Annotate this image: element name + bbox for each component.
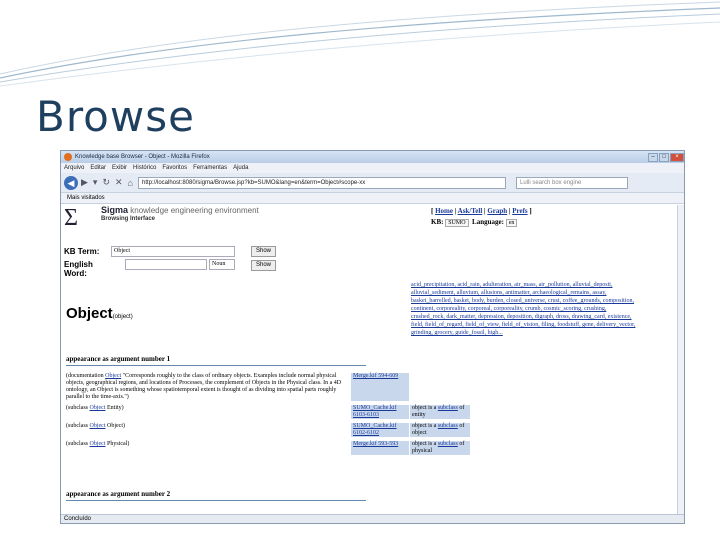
language-select[interactable]: en: [505, 219, 518, 227]
subclass-link[interactable]: subclass: [438, 423, 458, 429]
subclass-link[interactable]: subclass: [438, 441, 458, 447]
browser-window: Knowledge base Browser - Object - Mozill…: [60, 150, 685, 524]
section-argument-1: appearance as argument number 1: [66, 355, 171, 363]
menu-favoritos[interactable]: Favoritos: [162, 165, 187, 171]
statement-pre: (subclass: [66, 441, 90, 447]
firefox-icon: [64, 153, 72, 161]
logo-tagline: knowledge engineering environment: [130, 206, 259, 215]
menu-editar[interactable]: Editar: [90, 165, 106, 171]
object-link[interactable]: Object: [105, 373, 121, 379]
logo-text: Sigma knowledge engineering environment: [101, 205, 259, 215]
section-divider: [66, 500, 366, 501]
decorative-swoosh: [0, 1, 720, 87]
term-name: Object: [66, 305, 113, 322]
logo-name: Sigma: [101, 205, 129, 215]
statement-text: Object): [105, 423, 125, 429]
window-titlebar: Knowledge base Browser - Object - Mozill…: [61, 151, 684, 163]
english-word-input[interactable]: [125, 259, 207, 270]
kb-language-line: KB: SUMO Language: en: [431, 218, 518, 227]
statement-cell: (subclass Object Physical): [66, 441, 351, 455]
slide-title: Browse: [36, 92, 195, 141]
paraphrase-cell: object is a subclass of object: [410, 423, 470, 437]
english-word-label: English Word:: [64, 260, 93, 278]
section-divider: [66, 365, 366, 366]
search-input[interactable]: Lulli search box engine: [515, 176, 628, 189]
subclass-link[interactable]: subclass: [438, 405, 458, 411]
vertical-scrollbar[interactable]: [677, 205, 684, 514]
window-title: Knowledge base Browser - Object - Mozill…: [75, 154, 210, 160]
home-icon[interactable]: ⌂: [128, 178, 133, 188]
paraphrase-pre: object is a: [412, 423, 438, 429]
page-content: Σ Sigma knowledge engineering environmen…: [61, 205, 677, 514]
nav-ask-tell[interactable]: Ask/Tell: [458, 207, 483, 215]
statement-cell: (subclass Object Entity): [66, 405, 351, 419]
address-bar[interactable]: http://localhost:8080/sigma/Browse.jsp?k…: [137, 176, 506, 189]
table-row: (subclass Object Object) SUMO_Cache.kif …: [66, 423, 476, 437]
table-row: (documentation Object "Corresponds rough…: [66, 373, 476, 401]
section-argument-2: appearance as argument number 2: [66, 490, 171, 498]
statement-pre: (documentation: [66, 373, 106, 379]
bookmarks-bar: Mais visitados: [61, 193, 684, 204]
window-controls: – □ ×: [647, 152, 684, 162]
object-link[interactable]: Object: [90, 423, 106, 429]
object-link[interactable]: Object: [90, 441, 106, 447]
nav-graph[interactable]: Graph: [487, 207, 507, 215]
bookmark-mais-visitados[interactable]: Mais visitados: [67, 195, 105, 201]
close-icon[interactable]: ×: [670, 152, 684, 162]
menu-exibir[interactable]: Exibir: [112, 165, 127, 171]
back-icon[interactable]: ◀: [64, 175, 78, 190]
source-link[interactable]: SUMO_Cache.kif 6102-6102: [351, 423, 409, 437]
related-terms-list[interactable]: acid_precipitation, acid_rain, adulterat…: [411, 281, 636, 337]
minimize-icon[interactable]: –: [648, 152, 658, 162]
english-word-show-button[interactable]: Show: [251, 260, 277, 271]
table-row: (subclass Object Physical) Merge.kif 593…: [66, 441, 476, 455]
kb-select[interactable]: SUMO: [445, 219, 469, 227]
term-heading: Object(object): [66, 305, 133, 322]
maximize-icon[interactable]: □: [659, 152, 669, 162]
nav-home[interactable]: Home: [435, 207, 453, 215]
menu-ferramentas[interactable]: Ferramentas: [193, 165, 227, 171]
language-label: Language:: [472, 218, 504, 226]
kb-label: KB:: [431, 218, 444, 226]
object-link[interactable]: Object: [90, 405, 106, 411]
kb-term-label: KB Term:: [64, 247, 100, 256]
stop-icon[interactable]: ✕: [115, 177, 123, 188]
navigation-toolbar: ◀ ▶ ▾ ↻ ✕ ⌂ http://localhost:8080/sigma/…: [61, 173, 684, 193]
dropdown-icon[interactable]: ▾: [93, 177, 98, 188]
reload-icon[interactable]: ↻: [102, 177, 110, 188]
status-bar: Concluído: [61, 514, 684, 523]
logo-subtitle: Browsing Interface: [101, 216, 156, 222]
nav-prefs[interactable]: Prefs: [512, 207, 527, 215]
source-link[interactable]: SUMO_Cache.kif 6103-6103: [351, 405, 409, 419]
menu-arquivo[interactable]: Arquivo: [64, 165, 84, 171]
source-link[interactable]: Merge.kif 594-609: [351, 373, 409, 401]
statements-table: (documentation Object "Corresponds rough…: [66, 373, 476, 459]
statement-cell: (subclass Object Object): [66, 423, 351, 437]
sigma-logo-icon: Σ: [64, 205, 78, 231]
top-navigation: [ Home | Ask/Tell | Graph | Prefs ]: [431, 207, 532, 215]
forward-icon[interactable]: ▶: [81, 177, 88, 188]
menu-historico[interactable]: Histórico: [133, 165, 156, 171]
kb-term-input[interactable]: Object: [111, 246, 235, 257]
pos-select[interactable]: Noun: [209, 259, 235, 270]
paraphrase-pre: object is a: [412, 441, 438, 447]
statement-pre: (subclass: [66, 405, 90, 411]
term-subtitle: (object): [112, 314, 133, 320]
table-row: (subclass Object Entity) SUMO_Cache.kif …: [66, 405, 476, 419]
statement-text: Entity): [105, 405, 124, 411]
paraphrase-pre: object is a: [412, 405, 438, 411]
source-link[interactable]: Merge.kif 593-593: [351, 441, 409, 455]
statement-text: Physical): [105, 441, 130, 447]
menu-ajuda[interactable]: Ajuda: [233, 165, 248, 171]
paraphrase-cell: object is a subclass of entity: [410, 405, 470, 419]
menu-bar: Arquivo Editar Exibir Histórico Favorito…: [61, 163, 684, 173]
paraphrase-cell: object is a subclass of physical: [410, 441, 470, 455]
statement-cell: (documentation Object "Corresponds rough…: [66, 373, 351, 401]
statement-pre: (subclass: [66, 423, 90, 429]
kb-term-show-button[interactable]: Show: [251, 246, 277, 257]
